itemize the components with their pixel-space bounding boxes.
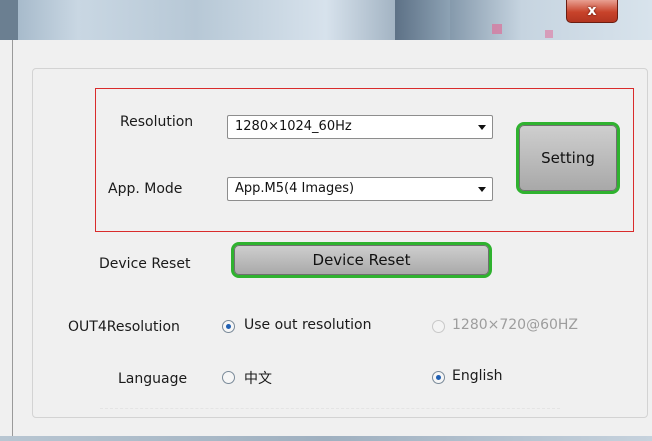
language-chinese-radio[interactable] (222, 371, 235, 384)
title-bar-decoration (545, 30, 553, 38)
language-chinese-label: 中文 (244, 371, 272, 387)
title-bar-shade (395, 0, 450, 40)
resolution-value: 1280×1024_60Hz (235, 119, 352, 134)
app-mode-value: App.M5(4 Images) (235, 181, 355, 196)
divider (100, 408, 560, 410)
device-reset-label: Device Reset (99, 256, 191, 272)
close-icon: x (587, 3, 597, 19)
resolution-1280x720-radio (432, 320, 445, 333)
resolution-1280x720-label: 1280×720@60HZ (452, 317, 579, 333)
window-bottom-edge (0, 436, 652, 441)
resolution-dropdown[interactable]: 1280×1024_60Hz (227, 115, 493, 139)
use-out-resolution-radio[interactable] (222, 320, 235, 333)
close-button[interactable]: x (566, 0, 618, 23)
use-out-resolution-label: Use out resolution (244, 317, 372, 333)
setting-button[interactable]: Setting (516, 122, 620, 194)
chevron-down-icon (478, 187, 486, 192)
language-english-label: English (452, 368, 503, 384)
app-mode-label: App. Mode (108, 181, 183, 197)
title-bar-shade (0, 0, 18, 40)
app-mode-dropdown[interactable]: App.M5(4 Images) (227, 177, 493, 201)
title-bar: x (0, 0, 652, 40)
device-reset-button[interactable]: Device Reset (231, 242, 492, 278)
out4-resolution-label: OUT4Resolution (68, 319, 180, 335)
resolution-label: Resolution (120, 114, 194, 130)
language-english-radio[interactable] (432, 371, 445, 384)
language-label: Language (118, 371, 188, 387)
chevron-down-icon (478, 125, 486, 130)
title-bar-decoration (492, 24, 502, 34)
